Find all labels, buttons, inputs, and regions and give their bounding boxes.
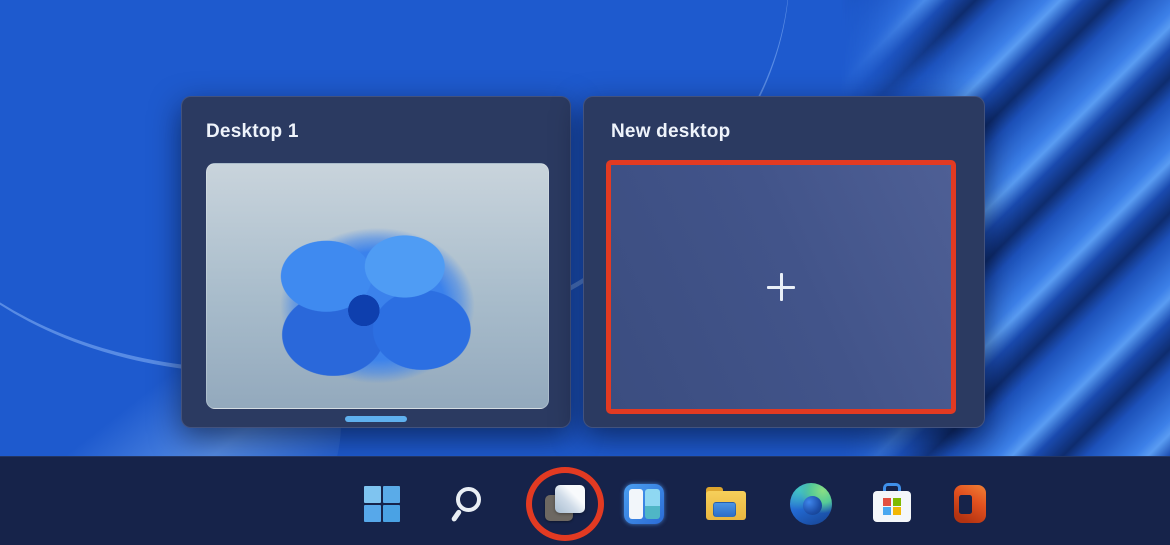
office-icon	[954, 485, 986, 523]
desktop-1-preview-image	[206, 163, 549, 409]
widgets-icon	[624, 484, 664, 524]
start-button[interactable]	[360, 482, 404, 526]
add-desktop-plus-icon	[767, 273, 795, 301]
office-button[interactable]	[948, 482, 992, 526]
new-desktop-label: New desktop	[611, 121, 731, 142]
edge-button[interactable]	[789, 482, 833, 526]
taskbar	[0, 456, 1170, 545]
microsoft-store-button[interactable]	[870, 482, 914, 526]
new-desktop-card[interactable]: New desktop	[583, 96, 985, 428]
widgets-button[interactable]	[622, 482, 666, 526]
start-icon	[364, 486, 400, 522]
search-button[interactable]	[444, 482, 488, 526]
desktop-1-label: Desktop 1	[206, 121, 299, 142]
file-explorer-button[interactable]	[704, 482, 748, 526]
task-view-button[interactable]	[542, 482, 586, 526]
desktop-1-thumbnail-card[interactable]: Desktop 1	[181, 96, 571, 428]
new-desktop-tile[interactable]	[606, 160, 956, 414]
search-icon	[456, 487, 481, 512]
windows-11-screen: Desktop 1 New desktop	[0, 0, 1170, 545]
edge-icon	[790, 483, 832, 525]
active-desktop-indicator	[345, 416, 407, 422]
